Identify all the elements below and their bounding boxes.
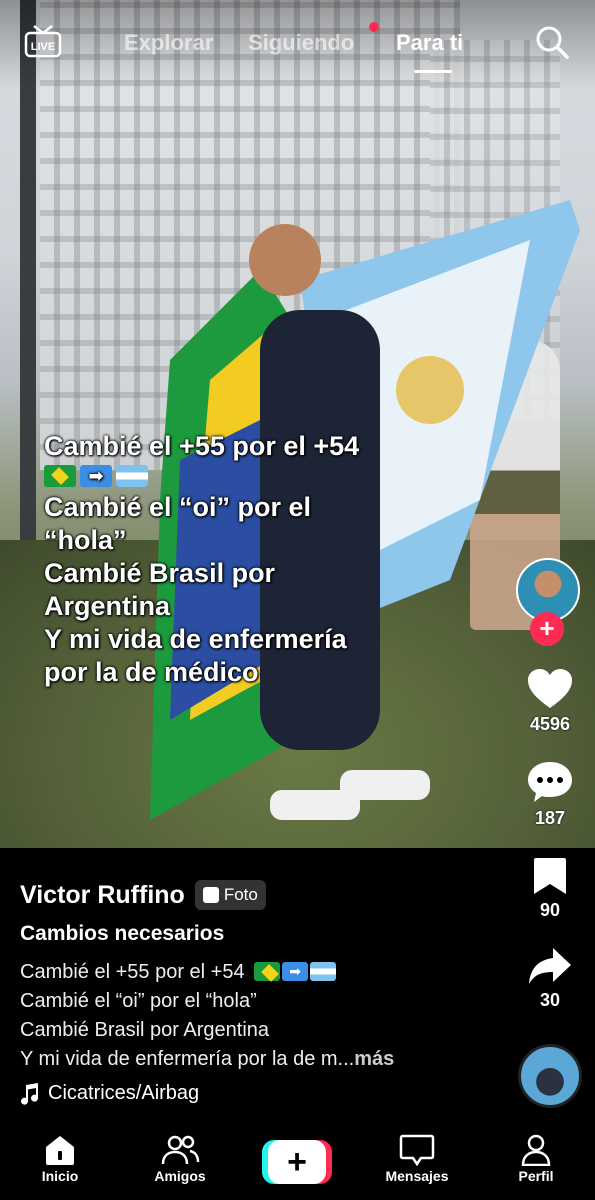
comment-count: 187 bbox=[534, 808, 566, 828]
post-title: Cambios necesarios bbox=[20, 922, 225, 945]
right-arrow-icon: ➡ bbox=[282, 962, 309, 981]
right-arrow-icon: ➡ bbox=[80, 465, 112, 487]
nav-profile[interactable]: Perfil bbox=[496, 1134, 576, 1184]
comment-bubble-icon bbox=[528, 762, 572, 802]
like-button[interactable]: 4596 bbox=[520, 668, 580, 735]
brazil-flag-icon bbox=[254, 962, 281, 981]
description-line: Cambié el “oi” por el “hola” bbox=[20, 990, 257, 1012]
description-line: Y mi vida de enfermería por la de m...má… bbox=[20, 1045, 500, 1074]
inline-flag-emojis: ➡ bbox=[254, 962, 337, 981]
bookmark-icon bbox=[534, 858, 566, 894]
top-bar: LIVE Explorar Siguiendo Para ti bbox=[0, 0, 595, 90]
create-button[interactable]: + bbox=[262, 1140, 332, 1184]
bottom-nav: Inicio Amigos + Mensajes Perfil bbox=[0, 1128, 595, 1200]
comment-button[interactable]: 187 bbox=[520, 760, 580, 829]
sound-disc[interactable] bbox=[518, 1044, 582, 1108]
overlay-line: por la de médico bbox=[44, 657, 259, 687]
author-name[interactable]: Victor Ruffino bbox=[20, 881, 185, 910]
brazil-flag-icon bbox=[44, 465, 76, 487]
more-link[interactable]: más bbox=[354, 1048, 394, 1070]
active-tab-indicator bbox=[414, 70, 452, 73]
music-note-icon bbox=[21, 1082, 39, 1105]
argentina-flag-icon bbox=[310, 962, 337, 981]
overlay-line: Cambié el +55 por el +54 bbox=[44, 431, 360, 461]
save-count: 90 bbox=[539, 900, 561, 920]
nav-inbox-label: Mensajes bbox=[385, 1168, 449, 1184]
photo-icon bbox=[202, 887, 219, 903]
live-icon[interactable]: LIVE bbox=[24, 24, 62, 58]
photo-badge: Foto bbox=[194, 880, 266, 910]
description-line-text: Cambié el +55 por el +54 bbox=[20, 961, 245, 983]
nav-home-label: Inicio bbox=[41, 1168, 79, 1184]
overlay-line: “hola” bbox=[44, 525, 127, 555]
overlay-line: Y mi vida de enfermería bbox=[44, 624, 347, 654]
search-icon[interactable] bbox=[534, 24, 570, 60]
profile-icon bbox=[521, 1134, 551, 1166]
nav-profile-label: Perfil bbox=[518, 1168, 554, 1184]
photo-badge-label: Foto bbox=[223, 885, 258, 904]
nav-inbox[interactable]: Mensajes bbox=[377, 1134, 457, 1184]
post-photo[interactable] bbox=[0, 0, 595, 848]
like-count: 4596 bbox=[529, 714, 571, 734]
overlay-line: Argentina bbox=[44, 591, 171, 621]
inbox-icon bbox=[399, 1134, 435, 1166]
author-row: Victor Ruffino Foto bbox=[20, 880, 266, 910]
friends-icon bbox=[161, 1135, 200, 1165]
description-line: Cambié Brasil por Argentina bbox=[20, 1019, 270, 1041]
tab-following[interactable]: Siguiendo bbox=[248, 30, 354, 56]
flag-emoji-row: ➡ bbox=[44, 465, 444, 487]
tab-explore[interactable]: Explorar bbox=[124, 30, 213, 56]
argentina-flag-icon bbox=[116, 465, 148, 487]
share-button[interactable]: 30 bbox=[520, 946, 580, 1011]
plus-icon: + bbox=[268, 1140, 326, 1184]
heart-icon bbox=[528, 669, 572, 708]
post-description[interactable]: Cambié el +55 por el +54 ➡ Cambié el “oi… bbox=[20, 958, 500, 1074]
overlay-line: Cambié el “oi” por el bbox=[44, 492, 312, 522]
description-line-text: Y mi vida de enfermería por la de m... bbox=[20, 1048, 355, 1070]
nav-friends[interactable]: Amigos bbox=[140, 1134, 220, 1184]
home-icon bbox=[46, 1136, 74, 1165]
following-notification-dot bbox=[369, 22, 379, 32]
sound-row[interactable]: Cicatrices/Airbag bbox=[20, 1082, 199, 1105]
nav-home[interactable]: Inicio bbox=[20, 1134, 100, 1184]
follow-button[interactable]: + bbox=[530, 612, 564, 646]
share-count: 30 bbox=[539, 990, 561, 1010]
nav-friends-label: Amigos bbox=[154, 1168, 206, 1184]
tab-for-you[interactable]: Para ti bbox=[396, 30, 463, 56]
live-label: LIVE bbox=[31, 41, 55, 53]
sound-name: Cicatrices/Airbag bbox=[48, 1082, 200, 1104]
save-button[interactable]: 90 bbox=[520, 856, 580, 921]
lamp-pole bbox=[20, 0, 36, 600]
share-arrow-icon bbox=[529, 948, 571, 984]
description-line: Cambié el +55 por el +54 ➡ bbox=[20, 958, 500, 987]
overlay-line: Cambié Brasil por bbox=[44, 558, 276, 588]
photo-caption-overlay: Cambié el +55 por el +54 ➡ Cambié el “oi… bbox=[44, 430, 444, 689]
